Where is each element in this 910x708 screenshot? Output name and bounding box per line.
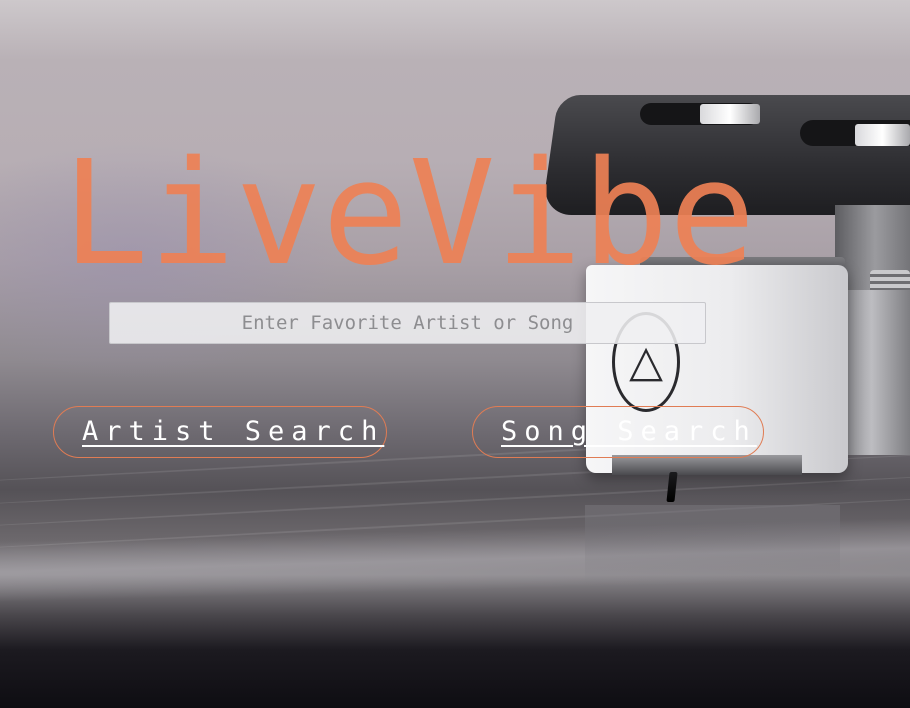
stylus-base — [612, 455, 802, 475]
brand-title: LiveVibe — [62, 129, 756, 297]
song-search-button[interactable]: Song Search — [472, 406, 764, 458]
headshell-screw — [855, 124, 910, 146]
cartridge-reflection — [585, 505, 840, 585]
stylus-needle — [666, 472, 678, 502]
headshell-screw — [700, 104, 760, 124]
background-photo: △ LiveVibe Artist Search Song Search — [0, 0, 910, 708]
search-input[interactable] — [109, 302, 706, 344]
cartridge-side — [846, 290, 910, 455]
artist-search-button[interactable]: Artist Search — [53, 406, 387, 458]
